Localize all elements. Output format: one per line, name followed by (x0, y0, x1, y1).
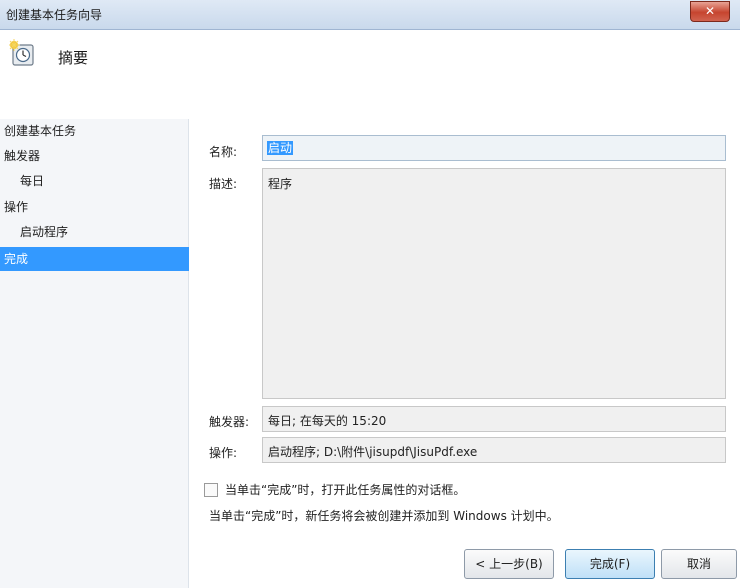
cancel-button[interactable]: 取消 (661, 549, 737, 579)
open-properties-label[interactable]: 当单击“完成”时，打开此任务属性的对话框。 (225, 481, 465, 498)
step-daily[interactable]: 每日 (0, 169, 208, 193)
finish-button[interactable]: 完成(F) (565, 549, 655, 579)
close-button[interactable]: ✕ (690, 1, 730, 22)
action-value: 启动程序; D:\附件\jisupdf\JisuPdf.exe (262, 437, 726, 463)
name-value: 启动 (267, 141, 294, 155)
step-finish[interactable]: 完成 (0, 247, 192, 271)
action-label: 操作: (209, 446, 238, 460)
step-create-basic-task[interactable]: 创建基本任务 (0, 119, 192, 143)
close-icon: ✕ (704, 4, 716, 18)
wizard-steps-sidebar: 创建基本任务 触发器 每日 操作 启动程序 完成 (0, 119, 192, 588)
finish-info-text: 当单击“完成”时，新任务将会被创建并添加到 Windows 计划中。 (209, 509, 559, 523)
step-start-program[interactable]: 启动程序 (0, 220, 208, 244)
trigger-value: 每日; 在每天的 15:20 (262, 406, 726, 432)
step-trigger[interactable]: 触发器 (0, 144, 192, 168)
task-scheduler-clock-icon (9, 39, 34, 66)
trigger-label: 触发器: (209, 415, 250, 429)
summary-panel: 名称: 启动 描述: 程序 触发器: 每日; 在每天的 15:20 操作: 启动… (189, 119, 740, 588)
description-field[interactable]: 程序 (262, 168, 726, 399)
window-title: 创建基本任务向导 (6, 8, 103, 22)
wizard-header: 摘要 (0, 30, 740, 118)
description-label: 描述: (209, 177, 238, 191)
back-button[interactable]: < 上一步(B) (464, 549, 554, 579)
name-label: 名称: (209, 145, 238, 159)
page-heading: 摘要 (58, 49, 89, 67)
title-bar: 创建基本任务向导 ✕ (0, 0, 740, 30)
step-action[interactable]: 操作 (0, 195, 192, 219)
name-field[interactable]: 启动 (262, 135, 726, 161)
open-properties-checkbox[interactable] (204, 483, 218, 497)
